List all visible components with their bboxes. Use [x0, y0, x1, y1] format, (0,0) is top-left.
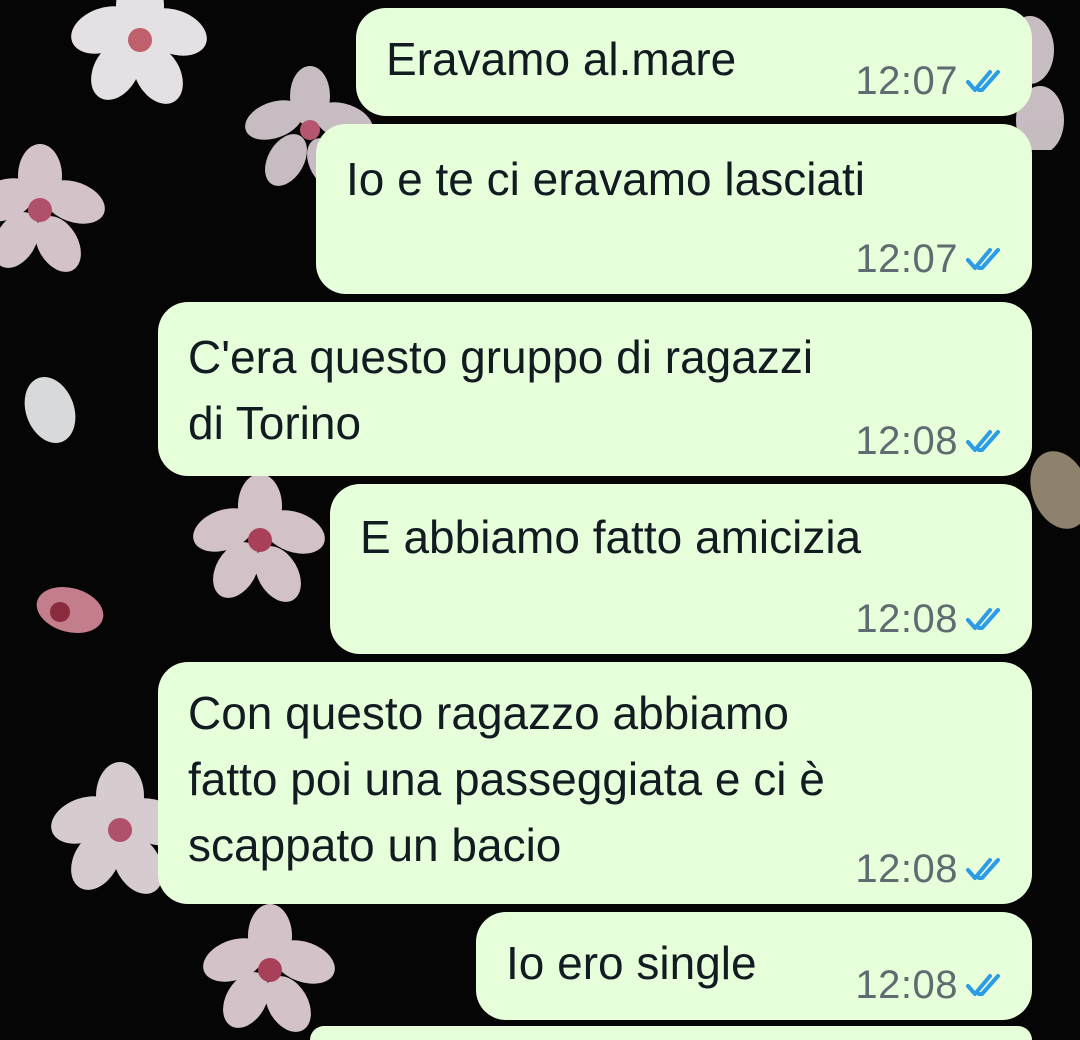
message-meta: 12:08 — [855, 963, 1006, 1008]
message-text: E abbiamo fatto amicizia — [360, 511, 862, 563]
double-check-icon — [966, 607, 1000, 630]
message-bubble-outgoing[interactable]: Eravamo al.mare 12:07 — [356, 8, 1032, 116]
message-meta: 12:08 — [855, 847, 1006, 892]
double-check-icon — [966, 973, 1000, 996]
message-bubble-outgoing[interactable]: C'era questo gruppo di ragazzi di Torino… — [158, 302, 1032, 476]
message-meta: 12:07 — [855, 59, 1006, 104]
message-text: Con questo ragazzo abbiamo fatto poi una… — [188, 687, 825, 871]
message-timestamp: 12:08 — [855, 419, 958, 463]
double-check-icon — [966, 857, 1000, 880]
double-check-icon — [966, 69, 1000, 92]
message-text: Io ero single — [506, 937, 757, 989]
message-timestamp: 12:08 — [855, 597, 958, 641]
double-check-icon — [966, 429, 1000, 452]
message-bubble-outgoing[interactable]: Io ero single 12:08 — [476, 912, 1032, 1020]
message-timestamp: 12:07 — [855, 59, 958, 103]
message-bubble-outgoing[interactable]: E abbiamo fatto amicizia 12:08 — [330, 484, 1032, 654]
message-bubble-outgoing-partial[interactable] — [310, 1026, 1032, 1040]
message-timestamp: 12:07 — [855, 237, 958, 281]
message-bubble-outgoing[interactable]: Con questo ragazzo abbiamo fatto poi una… — [158, 662, 1032, 904]
message-text: Io e te ci eravamo lasciati — [346, 153, 866, 205]
message-meta: 12:08 — [855, 419, 1006, 464]
message-meta: 12:07 — [855, 237, 1006, 282]
message-text: Eravamo al.mare — [386, 33, 737, 85]
message-timestamp: 12:08 — [855, 847, 958, 891]
cherry-blossom-flower-icon — [71, 0, 207, 104]
message-meta: 12:08 — [855, 597, 1006, 642]
message-timestamp: 12:08 — [855, 963, 958, 1007]
cherry-blossom-flower-icon — [0, 144, 105, 272]
message-bubble-outgoing[interactable]: Io e te ci eravamo lasciati 12:07 — [316, 124, 1032, 294]
double-check-icon — [966, 247, 1000, 270]
cherry-blossom-flower-icon — [24, 377, 76, 443]
message-text: C'era questo gruppo di ragazzi di Torino — [188, 331, 814, 449]
cherry-blossom-flower-icon — [203, 904, 335, 1032]
cherry-blossom-flower-icon — [36, 586, 104, 634]
cherry-blossom-flower-icon — [193, 474, 325, 602]
